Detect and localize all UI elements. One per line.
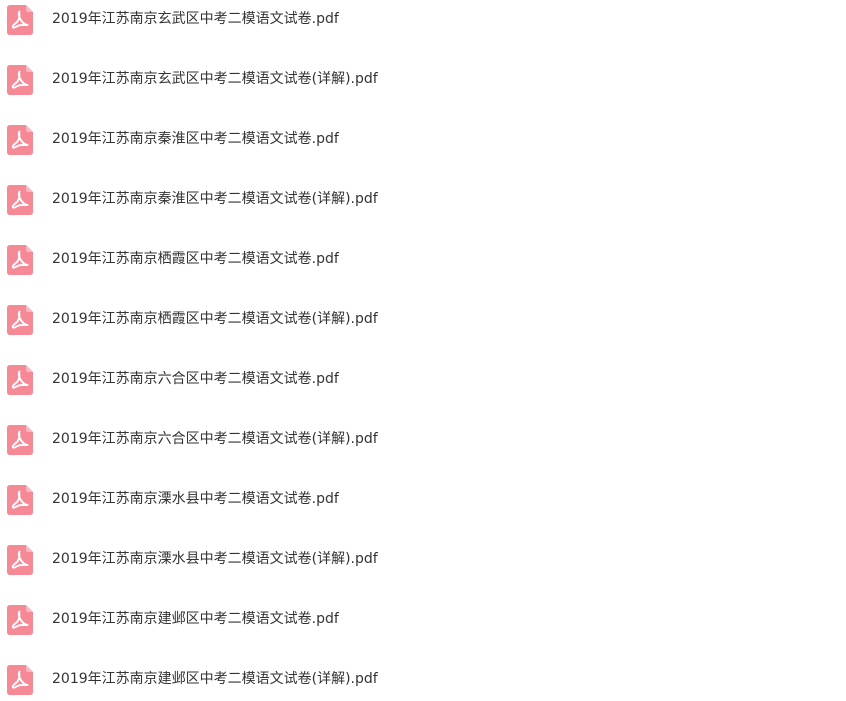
file-item[interactable]: 2019年江苏南京六合区中考二模语文试卷.pdf: [0, 360, 846, 400]
pdf-file-icon: [7, 605, 33, 635]
pdf-file-icon: [7, 125, 33, 155]
file-item[interactable]: 2019年江苏南京建邺区中考二模语文试卷(详解).pdf: [0, 660, 846, 700]
file-name: 2019年江苏南京溧水县中考二模语文试卷.pdf: [52, 491, 339, 507]
file-name: 2019年江苏南京栖霞区中考二模语文试卷.pdf: [52, 251, 339, 267]
file-name: 2019年江苏南京建邺区中考二模语文试卷.pdf: [52, 611, 339, 627]
pdf-file-icon: [7, 245, 33, 275]
pdf-file-icon: [7, 5, 33, 35]
file-item[interactable]: 2019年江苏南京六合区中考二模语文试卷(详解).pdf: [0, 420, 846, 460]
file-name: 2019年江苏南京建邺区中考二模语文试卷(详解).pdf: [52, 671, 378, 687]
file-item[interactable]: 2019年江苏南京玄武区中考二模语文试卷.pdf: [0, 0, 846, 40]
pdf-file-icon: [7, 185, 33, 215]
file-name: 2019年江苏南京溧水县中考二模语文试卷(详解).pdf: [52, 551, 378, 567]
file-list: 2019年江苏南京玄武区中考二模语文试卷.pdf 2019年江苏南京玄武区中考二…: [0, 0, 846, 701]
file-name: 2019年江苏南京玄武区中考二模语文试卷.pdf: [52, 11, 339, 27]
file-name: 2019年江苏南京栖霞区中考二模语文试卷(详解).pdf: [52, 311, 378, 327]
pdf-file-icon: [7, 365, 33, 395]
file-item[interactable]: 2019年江苏南京栖霞区中考二模语文试卷.pdf: [0, 240, 846, 280]
file-item[interactable]: 2019年江苏南京溧水县中考二模语文试卷(详解).pdf: [0, 540, 846, 580]
file-item[interactable]: 2019年江苏南京建邺区中考二模语文试卷.pdf: [0, 600, 846, 640]
file-item[interactable]: 2019年江苏南京秦淮区中考二模语文试卷(详解).pdf: [0, 180, 846, 220]
file-name: 2019年江苏南京六合区中考二模语文试卷(详解).pdf: [52, 431, 378, 447]
file-item[interactable]: 2019年江苏南京玄武区中考二模语文试卷(详解).pdf: [0, 60, 846, 100]
file-name: 2019年江苏南京秦淮区中考二模语文试卷.pdf: [52, 131, 339, 147]
file-name: 2019年江苏南京六合区中考二模语文试卷.pdf: [52, 371, 339, 387]
pdf-file-icon: [7, 425, 33, 455]
file-item[interactable]: 2019年江苏南京秦淮区中考二模语文试卷.pdf: [0, 120, 846, 160]
pdf-file-icon: [7, 305, 33, 335]
pdf-file-icon: [7, 485, 33, 515]
file-item[interactable]: 2019年江苏南京溧水县中考二模语文试卷.pdf: [0, 480, 846, 520]
pdf-file-icon: [7, 665, 33, 695]
file-name: 2019年江苏南京玄武区中考二模语文试卷(详解).pdf: [52, 71, 378, 87]
file-name: 2019年江苏南京秦淮区中考二模语文试卷(详解).pdf: [52, 191, 378, 207]
file-item[interactable]: 2019年江苏南京栖霞区中考二模语文试卷(详解).pdf: [0, 300, 846, 340]
pdf-file-icon: [7, 545, 33, 575]
pdf-file-icon: [7, 65, 33, 95]
